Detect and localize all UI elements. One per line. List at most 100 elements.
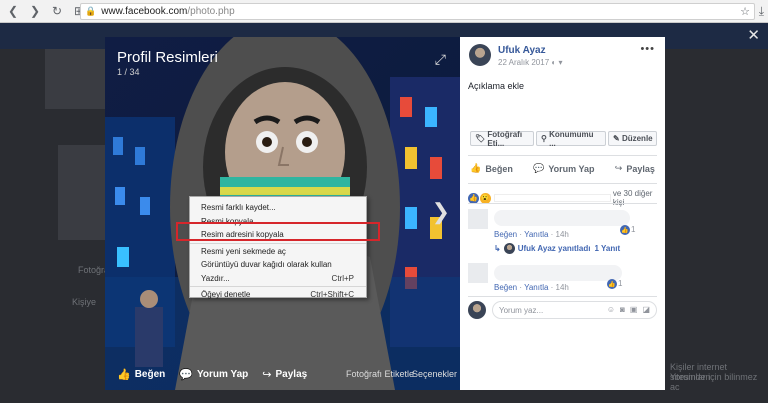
divider <box>468 296 657 297</box>
menu-inspect-label: Öğeyi denetle <box>201 290 251 300</box>
share-icon: ↪ <box>262 368 272 381</box>
comment-icon: 💬 <box>533 163 545 173</box>
comment-like-link[interactable]: Beğen <box>494 230 517 239</box>
forward-icon[interactable]: ❯ <box>26 2 44 20</box>
tag-photo-link[interactable]: Fotoğrafı Etiketle <box>346 369 414 379</box>
menu-open-new-tab-label: Resmi yeni sekmede aç <box>201 246 286 256</box>
ghost-label-person: Kişiye <box>72 297 97 307</box>
menu-separator <box>190 242 366 244</box>
comment-tools: ☺ ◙ ▣ ◪ <box>602 305 650 314</box>
comment-like-count: 1 <box>631 225 636 234</box>
like-label: Beğen <box>485 163 513 174</box>
edit-label: Düzenle <box>621 134 653 143</box>
post-date[interactable]: 22 Aralık 2017 <box>498 58 549 67</box>
commenter-avatar[interactable] <box>468 209 488 229</box>
close-viewer-icon[interactable]: ✕ <box>747 26 760 44</box>
menu-print[interactable]: Yazdır... Ctrl+P <box>190 272 366 286</box>
gif-icon[interactable]: ▣ <box>630 305 638 314</box>
write-comment-input[interactable]: Yorum yaz... ☺ ◙ ▣ ◪ <box>492 301 657 319</box>
add-description[interactable]: Açıklama ekle <box>468 81 524 91</box>
author-avatar[interactable] <box>469 44 491 66</box>
post-date-row: 22 Aralık 2017 ◐ ▾ <box>498 58 562 67</box>
tag-photo-label: Fotoğrafı Eti... <box>487 129 523 148</box>
ghost-profile <box>58 145 108 240</box>
options-link[interactable]: Seçenekler <box>412 369 457 379</box>
photo-share-button[interactable]: ↪ Paylaş <box>262 368 307 381</box>
menu-save-image[interactable]: Resmi farklı kaydet... <box>190 201 366 215</box>
privacy-icon[interactable]: ◐ ▾ <box>551 58 562 67</box>
edit-button[interactable]: ✎ Düzenle <box>608 131 657 146</box>
menu-set-wallpaper-label: Görüntüyü duvar kağıdı olarak kullan <box>201 260 332 270</box>
menu-save-image-label: Resmi farklı kaydet... <box>201 203 276 213</box>
reply-avatar <box>503 243 515 254</box>
reply-arrow-icon: ↳ <box>494 244 501 253</box>
thumbs-up-icon: 👍 <box>117 368 131 381</box>
author-name[interactable]: Ufuk Ayaz <box>498 45 546 56</box>
comment-time[interactable]: 14h <box>556 283 569 292</box>
fullscreen-icon[interactable]: ⤢ <box>435 51 446 68</box>
comment-reply-link[interactable]: Yanıtla <box>524 283 548 292</box>
comment-like-icon: 👍 <box>620 225 630 235</box>
like-button[interactable]: 👍 Beğen <box>470 163 513 174</box>
photo-like-button[interactable]: 👍 Beğen <box>117 368 165 381</box>
url-path: /photo.php <box>187 6 235 17</box>
comment-label: Yorum Yap <box>548 163 595 174</box>
comment-time[interactable]: 14h <box>556 230 569 239</box>
my-avatar <box>468 301 486 319</box>
more-options-icon[interactable]: ••• <box>640 43 655 55</box>
bookmark-star-icon[interactable]: ☆ <box>740 5 750 18</box>
reply-summary-text: Ufuk Ayaz yanıtladı <box>517 244 591 253</box>
highlight-annotation <box>176 222 380 241</box>
context-menu: Resmi farklı kaydet... Resmi kopyala Res… <box>189 196 367 299</box>
comment-button[interactable]: 💬 Yorum Yap <box>533 163 594 174</box>
like-reaction-icon: 👍 <box>468 192 479 204</box>
menu-inspect[interactable]: Öğeyi denetle Ctrl+Shift+C <box>190 288 366 302</box>
photo-comment-button[interactable]: 💬 Yorum Yap <box>179 368 248 381</box>
reply-count: 1 Yanıt <box>594 244 621 253</box>
menu-open-new-tab[interactable]: Resmi yeni sekmede aç <box>190 245 366 259</box>
comment-like-count: 1 <box>618 279 623 288</box>
reload-icon[interactable]: ↻ <box>48 2 66 20</box>
comment-reply-link[interactable]: Yanıtla <box>524 230 548 239</box>
write-comment-placeholder: Yorum yaz... <box>499 305 544 315</box>
photo-info-panel: Ufuk Ayaz 22 Aralık 2017 ◐ ▾ ••• Açıklam… <box>460 37 665 390</box>
divider <box>468 183 657 184</box>
back-icon[interactable]: ❮ <box>4 2 22 20</box>
comment-actions: Beğen · Yanıtla · 14h <box>494 283 569 292</box>
commenter-avatar[interactable] <box>468 263 488 283</box>
likes-text: ve 30 diğer kişi <box>612 189 653 207</box>
tag-icon: 🏷 <box>475 134 486 143</box>
comment-like-link[interactable]: Beğen <box>494 283 517 292</box>
comment-actions: Beğen · Yanıtla · 14h <box>494 230 569 239</box>
wow-reaction-icon: 😮 <box>479 192 491 204</box>
album-title[interactable]: Profil Resimleri <box>117 49 218 66</box>
emoji-icon[interactable]: ☺ <box>607 305 615 314</box>
sticker-icon[interactable]: ◪ <box>642 305 650 314</box>
pencil-icon: ✎ <box>613 134 620 143</box>
address-bar[interactable]: 🔒 www.facebook.com /photo.php ☆ <box>80 3 755 20</box>
redacted-names <box>493 194 611 202</box>
share-icon: ↪ <box>614 163 623 173</box>
write-comment-row: Yorum yaz... ☺ ◙ ▣ ◪ <box>468 301 657 319</box>
divider <box>468 155 657 156</box>
photo-comment-label: Yorum Yap <box>196 368 249 380</box>
download-icon[interactable]: ⤓ <box>759 4 764 19</box>
tag-photo-button[interactable]: 🏷 Fotoğrafı Eti... <box>470 129 534 148</box>
location-pin-icon: ⚲ <box>541 134 547 143</box>
share-label: Paylaş <box>626 163 655 174</box>
comment-like-icon: 👍 <box>607 279 617 289</box>
camera-icon[interactable]: ◙ <box>620 305 625 314</box>
add-location-button[interactable]: ⚲ Konumumu ... <box>536 129 606 148</box>
menu-set-wallpaper[interactable]: Görüntüyü duvar kağıdı olarak kullan <box>190 258 366 272</box>
next-photo-icon[interactable]: ❯ <box>432 199 450 225</box>
lock-icon: 🔒 <box>85 6 97 16</box>
photo-share-label: Paylaş <box>275 368 308 380</box>
replies-summary[interactable]: ↳ Ufuk Ayaz yanıtladı 1 Yanıt <box>494 243 620 254</box>
share-button[interactable]: ↪ Paylaş <box>615 163 655 174</box>
menu-print-shortcut: Ctrl+P <box>331 273 354 283</box>
add-location-label: Konumumu ... <box>549 129 594 148</box>
reaction-bar: 👍 Beğen 💬 Yorum Yap ↪ Paylaş <box>460 163 665 174</box>
photo-counter: 1 / 34 <box>117 67 140 77</box>
likes-summary[interactable]: 👍 😮 ve 30 diğer kişi <box>468 189 665 207</box>
divider <box>468 203 657 204</box>
